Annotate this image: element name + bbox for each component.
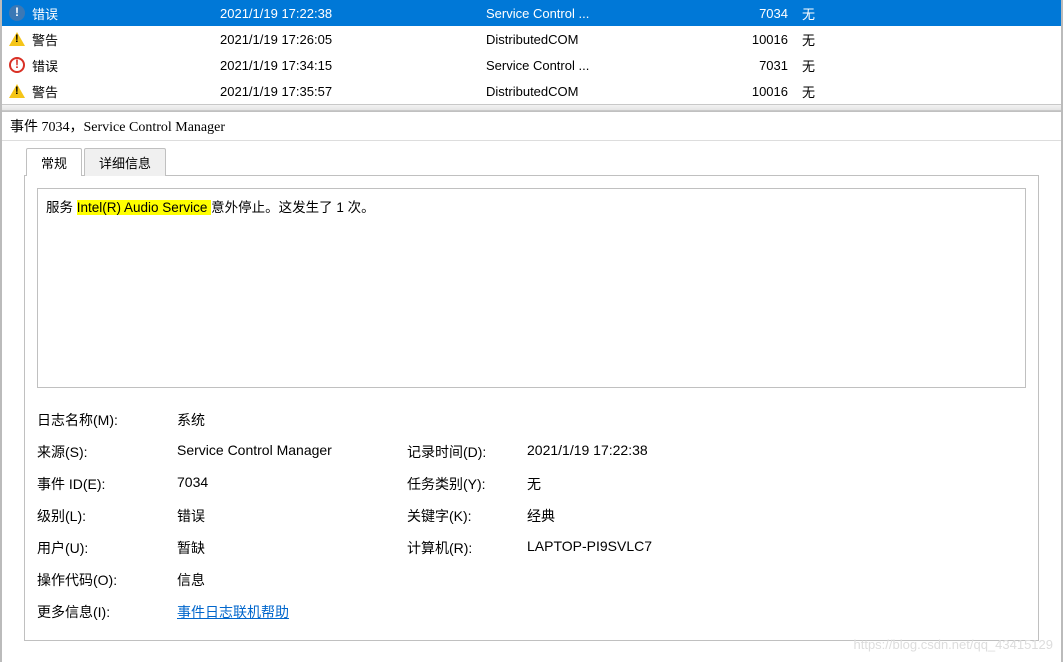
source-value: Service Control Manager	[177, 442, 407, 462]
keywords-label: 关键字(K):	[407, 506, 527, 526]
event-date: 2021/1/19 17:34:15	[220, 58, 486, 73]
taskcat-label: 任务类别(Y):	[407, 474, 527, 494]
event-date: 2021/1/19 17:35:57	[220, 84, 486, 99]
opcode-value: 信息	[177, 570, 407, 590]
event-source: DistributedCOM	[486, 84, 736, 99]
event-task: 无	[796, 30, 1061, 49]
logged-value: 2021/1/19 17:22:38	[527, 442, 1026, 462]
event-row[interactable]: 错误2021/1/19 17:34:15Service Control ...7…	[2, 52, 1061, 78]
event-task: 无	[796, 4, 1061, 23]
opcode-label: 操作代码(O):	[37, 570, 177, 590]
desc-pre: 服务	[46, 200, 77, 215]
computer-label: 计算机(R):	[407, 538, 527, 558]
taskcat-value: 无	[527, 474, 1026, 494]
event-task: 无	[796, 82, 1061, 101]
event-id: 10016	[736, 32, 796, 47]
splitter[interactable]	[2, 104, 1061, 111]
event-id: 7031	[736, 58, 796, 73]
tab-details[interactable]: 详细信息	[84, 148, 166, 176]
keywords-value: 经典	[527, 506, 1026, 526]
description-box: 服务 Intel(R) Audio Service 意外停止。这发生了 1 次。	[37, 188, 1026, 388]
moreinfo-link[interactable]: 事件日志联机帮助	[177, 604, 289, 620]
event-level: 错误	[32, 4, 220, 23]
event-id: 10016	[736, 84, 796, 99]
tabs: 常规 详细信息	[2, 141, 1061, 175]
event-level: 错误	[32, 56, 220, 75]
computer-value: LAPTOP-PI9SVLC7	[527, 538, 1026, 558]
info-icon	[9, 5, 25, 21]
eventid-label: 事件 ID(E):	[37, 474, 177, 494]
tab-general[interactable]: 常规	[26, 148, 82, 176]
event-task: 无	[796, 56, 1061, 75]
event-level: 警告	[32, 30, 220, 49]
detail-title: 事件 7034，Service Control Manager	[2, 112, 1061, 141]
eventid-value: 7034	[177, 474, 407, 494]
event-source: Service Control ...	[486, 58, 736, 73]
event-list[interactable]: 错误2021/1/19 17:22:38Service Control ...7…	[2, 0, 1061, 104]
error-icon	[9, 57, 25, 73]
event-source: Service Control ...	[486, 6, 736, 21]
detail-pane: 事件 7034，Service Control Manager 常规 详细信息 …	[2, 111, 1061, 641]
desc-highlight: Intel(R) Audio Service	[77, 200, 211, 215]
log-name-value: 系统	[177, 410, 407, 430]
event-level: 警告	[32, 82, 220, 101]
user-label: 用户(U):	[37, 538, 177, 558]
event-row[interactable]: 警告2021/1/19 17:35:57DistributedCOM10016无	[2, 78, 1061, 104]
log-name-label: 日志名称(M):	[37, 410, 177, 430]
user-value: 暂缺	[177, 538, 407, 558]
level-label: 级别(L):	[37, 506, 177, 526]
logged-label: 记录时间(D):	[407, 442, 527, 462]
event-date: 2021/1/19 17:26:05	[220, 32, 486, 47]
moreinfo-label: 更多信息(I):	[37, 602, 177, 622]
desc-post: 意外停止。这发生了 1 次。	[211, 200, 375, 215]
level-value: 错误	[177, 506, 407, 526]
warning-icon	[9, 32, 25, 46]
event-date: 2021/1/19 17:22:38	[220, 6, 486, 21]
tab-body: 服务 Intel(R) Audio Service 意外停止。这发生了 1 次。…	[24, 175, 1039, 641]
event-id: 7034	[736, 6, 796, 21]
event-source: DistributedCOM	[486, 32, 736, 47]
properties: 日志名称(M): 系统 来源(S): Service Control Manag…	[25, 400, 1038, 640]
event-row[interactable]: 警告2021/1/19 17:26:05DistributedCOM10016无	[2, 26, 1061, 52]
source-label: 来源(S):	[37, 442, 177, 462]
event-row[interactable]: 错误2021/1/19 17:22:38Service Control ...7…	[2, 0, 1061, 26]
warning-icon	[9, 84, 25, 98]
